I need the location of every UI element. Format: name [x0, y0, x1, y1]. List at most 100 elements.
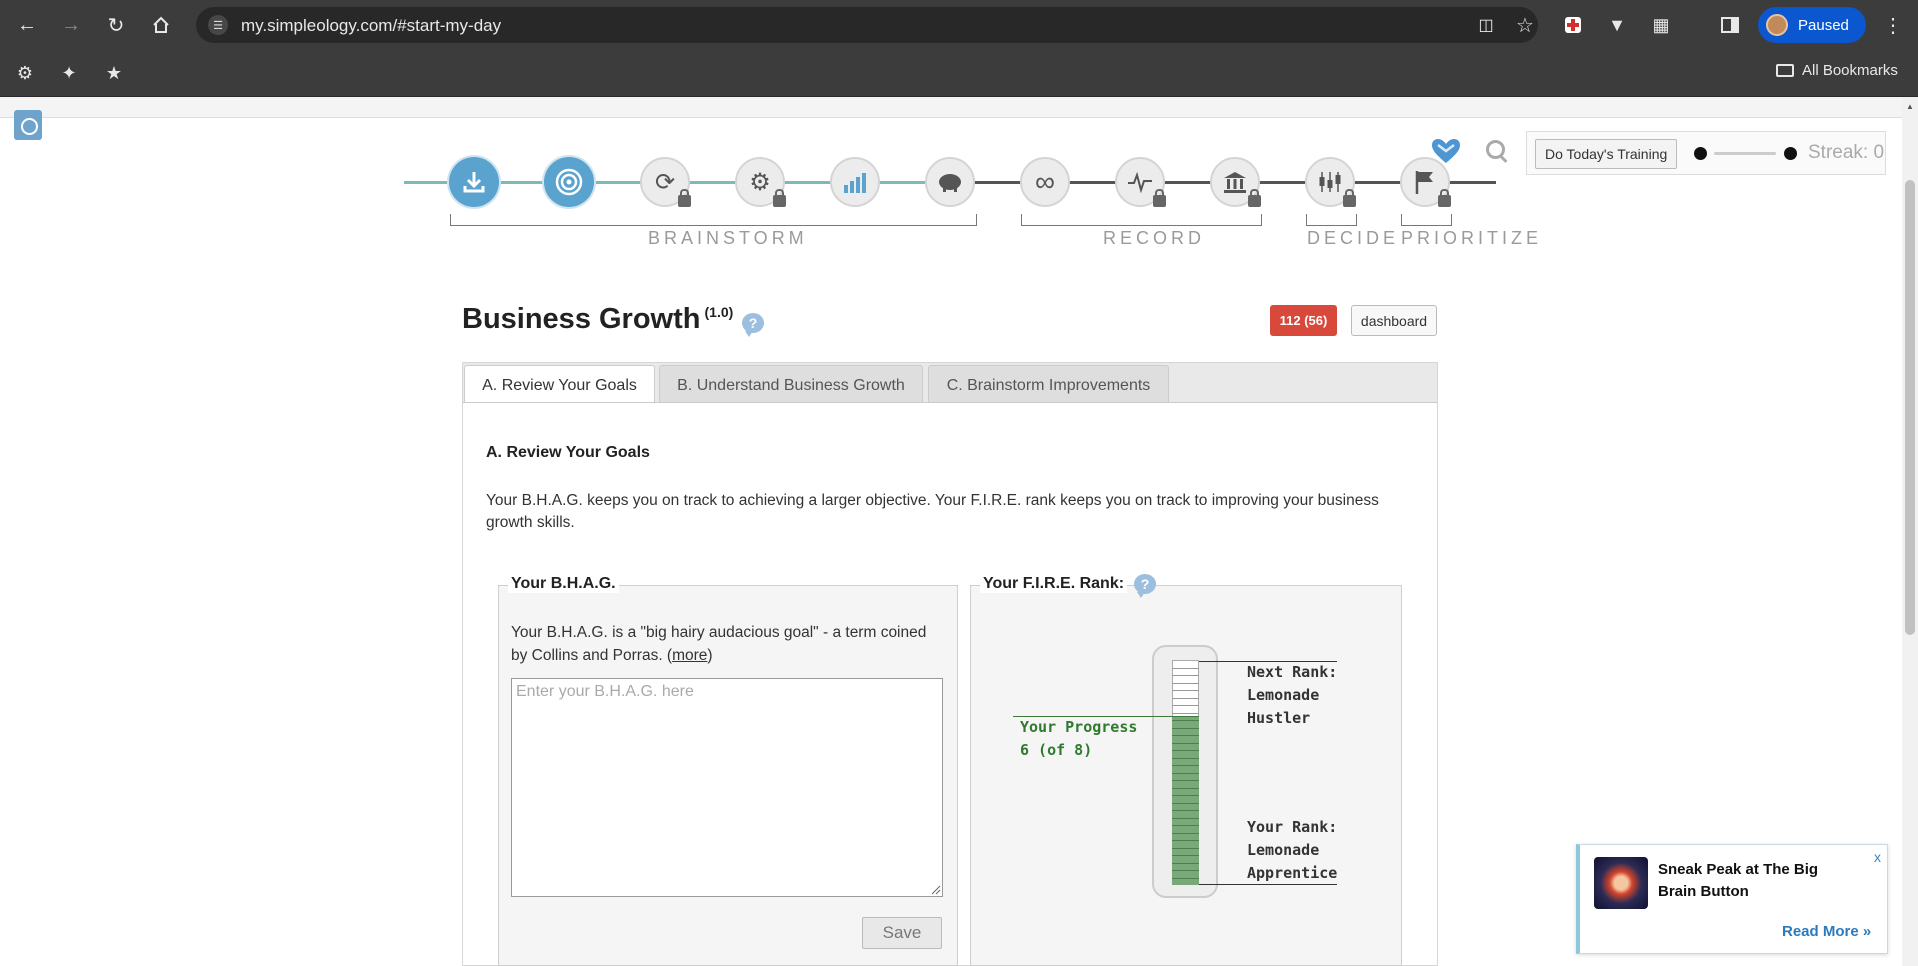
scrollbar-thumb[interactable]	[1905, 180, 1915, 635]
do-todays-training-button[interactable]: Do Today's Training	[1535, 139, 1678, 169]
step-growth-chart[interactable]	[830, 157, 880, 207]
step-bank[interactable]	[1210, 157, 1261, 207]
address-bar[interactable]: ☰ my.simpleology.com/#start-my-day ◫ ☆	[196, 7, 1538, 43]
thermometer-tick	[1172, 675, 1199, 676]
read-more-link[interactable]: Read More »	[1782, 923, 1871, 940]
step-piggy-bank[interactable]	[925, 157, 975, 207]
thermometer-tick	[1172, 833, 1199, 834]
fire-legend: Your F.I.R.E. Rank:	[980, 575, 1128, 593]
points-badge[interactable]: 112 (56)	[1270, 305, 1337, 336]
step-gears[interactable]: ⚙	[735, 157, 786, 207]
home-icon[interactable]	[143, 7, 179, 43]
bookmark-star-icon[interactable]: ☆	[1507, 7, 1543, 43]
save-button[interactable]: Save	[862, 917, 942, 949]
thermometer-tick	[1172, 855, 1199, 856]
step-download[interactable]	[449, 157, 499, 207]
reload-icon[interactable]: ↻	[98, 7, 134, 43]
slider-track[interactable]	[1714, 152, 1776, 155]
top-page-strip	[0, 97, 1902, 118]
extension-v-icon[interactable]: ▼	[1599, 7, 1635, 43]
profile-status: Paused	[1798, 16, 1849, 34]
extension-red-cross-icon[interactable]	[1555, 7, 1591, 43]
gears-icon: ⚙	[749, 168, 771, 196]
target-icon	[555, 168, 583, 196]
dashboard-button[interactable]: dashboard	[1351, 305, 1437, 336]
thermometer-tick	[1172, 765, 1199, 766]
more-link[interactable]: more	[672, 647, 707, 664]
version-label: (1.0)	[704, 304, 734, 321]
thermometer-tick	[1172, 810, 1199, 811]
bhag-input[interactable]	[511, 678, 943, 897]
slider-left-dot[interactable]	[1694, 147, 1707, 160]
fire-help-icon[interactable]: ?	[1134, 574, 1156, 598]
current-rank-name-line2: Apprentice	[1247, 864, 1338, 882]
thermometer-tick	[1172, 870, 1199, 871]
browser-toolbar: ← → ↻ ☰ my.simpleology.com/#start-my-day…	[0, 0, 1918, 50]
thermometer-tick	[1172, 773, 1199, 774]
title-help-icon[interactable]: ?	[742, 313, 764, 337]
menu-kebab-icon[interactable]: ⋮	[1875, 7, 1911, 43]
decide-bracket	[1306, 214, 1357, 226]
candlestick-icon	[1319, 172, 1341, 192]
address-url[interactable]: my.simpleology.com/#start-my-day	[241, 16, 501, 36]
thermometer-tick	[1172, 705, 1199, 706]
profile-button[interactable]: Paused	[1758, 7, 1866, 43]
growth-chart-icon	[844, 173, 866, 193]
all-bookmarks-button[interactable]: All Bookmarks	[1776, 62, 1898, 79]
settings-gear-icon[interactable]: ⚙	[7, 55, 43, 91]
scroll-up-icon[interactable]: ▲	[1905, 102, 1915, 111]
thermometer-tick	[1172, 848, 1199, 849]
site-info-icon[interactable]: ☰	[208, 15, 228, 35]
next-rank-name-line1: Lemonade	[1247, 686, 1320, 704]
progress-label: Your Progress 6 (of 8)	[1020, 716, 1137, 762]
record-bracket	[1021, 214, 1262, 226]
flag-icon	[1415, 171, 1433, 194]
extension-puzzle-icon[interactable]: ✦	[51, 55, 87, 91]
avatar	[1766, 14, 1788, 36]
thermometer-tick	[1172, 878, 1199, 879]
step-cycle[interactable]: ⟳	[640, 157, 691, 207]
close-icon[interactable]: x	[1874, 849, 1881, 865]
bhag-legend: Your B.H.A.G.	[508, 575, 619, 593]
thermometer-tick	[1172, 698, 1199, 699]
thermometer-tick	[1172, 750, 1199, 751]
heart-icon[interactable]	[1428, 137, 1464, 165]
bookmark-star-icon[interactable]: ★	[96, 55, 132, 91]
step-pulse[interactable]	[1115, 157, 1166, 207]
step-target[interactable]	[544, 157, 594, 207]
resize-grip-icon[interactable]	[930, 884, 941, 895]
prioritize-bracket	[1401, 214, 1452, 226]
simpleology-logo[interactable]	[14, 110, 42, 140]
thermometer-tick	[1172, 818, 1199, 819]
extensions-puzzle-icon[interactable]: ▦	[1643, 7, 1679, 43]
piggy-bank-icon	[939, 174, 961, 192]
step-infinity-loop[interactable]: ∞	[1020, 157, 1070, 207]
side-panel-icon[interactable]	[1712, 7, 1748, 43]
progress-heading: Your Progress	[1020, 718, 1138, 736]
pulse-icon	[1128, 171, 1152, 193]
phase-prioritize: PRIORITIZE	[1401, 228, 1543, 248]
download-icon	[463, 172, 485, 193]
tab-brainstorm-improvements[interactable]: C. Brainstorm Improvements	[928, 365, 1169, 405]
tab-review-your-goals[interactable]: A. Review Your Goals	[464, 365, 655, 406]
step-candlestick[interactable]	[1305, 157, 1356, 207]
phase-decide: DECIDE	[1307, 228, 1400, 248]
phase-record: RECORD	[1103, 228, 1206, 248]
notification-title: Sneak Peak at The Big Brain Button	[1658, 861, 1819, 900]
brainstorm-bracket	[450, 214, 977, 226]
notification-popup[interactable]: Sneak Peak at The Big Brain Button x Rea…	[1576, 844, 1888, 954]
current-rank-heading: Your Rank:	[1247, 818, 1338, 836]
back-icon[interactable]: ←	[9, 7, 45, 43]
lock-icon	[1438, 189, 1451, 207]
section-title: A. Review Your Goals	[486, 444, 650, 461]
slider-right-dot[interactable]	[1784, 147, 1797, 160]
install-app-icon[interactable]: ◫	[1468, 7, 1504, 43]
search-icon[interactable]	[1484, 138, 1508, 162]
training-panel: Do Today's Training Streak: 0	[1526, 131, 1886, 175]
tab-understand-business-growth[interactable]: B. Understand Business Growth	[659, 365, 923, 405]
thermometer-tick	[1172, 713, 1199, 714]
forward-icon[interactable]: →	[53, 7, 89, 43]
bhag-description-end: )	[707, 647, 713, 664]
folder-icon	[1776, 64, 1794, 77]
thermometer-tick	[1172, 780, 1199, 781]
